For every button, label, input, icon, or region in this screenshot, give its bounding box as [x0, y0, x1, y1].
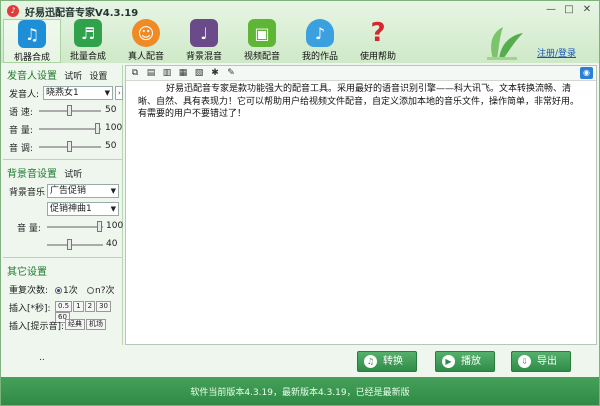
volume-value: 100: [105, 123, 123, 133]
hint-row: 插入[提示音]: 经典 机场: [3, 316, 122, 334]
chevron-down-icon: ▼: [104, 89, 110, 97]
music-icon: ♫: [364, 354, 377, 368]
editor-toolbar: ⧉ ▤ ▥ ▦ ▧ ✱ ✎ ◉: [126, 66, 596, 81]
volume-row: 音 量: 100: [9, 123, 123, 136]
paste-icon[interactable]: ▤: [146, 68, 156, 78]
bgm-track-row: 促销神曲1 ▼: [3, 200, 122, 218]
bgm-section-title: 背景音设置 试听: [7, 169, 83, 180]
version-status: 软件当前版本4.3.19，最新版本4.3.19，已经是最新版: [190, 388, 410, 398]
cut-icon[interactable]: ▥: [162, 68, 172, 78]
pitch-slider-thumb[interactable]: [67, 141, 72, 152]
close-button[interactable]: ✕: [579, 3, 595, 17]
speaker-try-button[interactable]: 试听: [64, 72, 82, 82]
speed-value: 50: [105, 105, 117, 115]
speaker-settings-button[interactable]: 设置: [89, 72, 107, 82]
music-note-icon: ♫: [18, 20, 46, 48]
window-title: 好易迅配音专家V4.3.19: [25, 8, 139, 19]
settings-panel: 发音人设置 试听 设置 发音人: 晓燕女1 ▼ › 语 速: 50 音 量: 10…: [3, 65, 123, 345]
tool-my-works[interactable]: ♪ 我的作品: [291, 19, 349, 63]
status-bar: 软件当前版本4.3.19，最新版本4.3.19，已经是最新版: [1, 377, 599, 405]
tool-help[interactable]: ? 使用帮助: [349, 18, 407, 63]
insert-2s-button[interactable]: 2: [84, 301, 96, 312]
note-drop-icon: ♪: [306, 19, 334, 47]
hint-classic-button[interactable]: 经典: [65, 319, 85, 330]
repeat-n-radio[interactable]: n?次: [87, 283, 114, 296]
insert-30s-button[interactable]: 30: [96, 301, 111, 312]
bgm-volume-value: 100: [106, 221, 124, 231]
tool-batch-synthesis[interactable]: ♬ 批量合成: [59, 19, 117, 63]
divider: [3, 257, 122, 258]
tool-machine-synthesis[interactable]: ♫ 机器合成: [3, 19, 61, 63]
sparkle-icon[interactable]: ✱: [210, 68, 220, 78]
bgm-volume-slider[interactable]: [47, 221, 103, 232]
tool-human-dubbing[interactable]: ☺ 真人配音: [117, 19, 175, 63]
bgm-category-row: 背景音乐 广告促销 ▼: [3, 182, 122, 200]
speaker-section-title: 发音人设置 试听 设置: [7, 71, 108, 82]
hint-options: 经典 机场: [65, 319, 107, 330]
bgm-balance-value: 40: [106, 239, 118, 249]
register-login-link[interactable]: 注册/登录: [537, 46, 576, 59]
bgm-track-select[interactable]: 促销神曲1 ▼: [47, 202, 119, 216]
speaker-row: 发音人: 晓燕女1 ▼ ›: [3, 84, 123, 102]
bgm-balance-slider-thumb[interactable]: [67, 239, 72, 250]
repeat-once-radio[interactable]: 1次: [55, 283, 78, 296]
chevron-down-icon: ▼: [110, 205, 116, 213]
pitch-slider[interactable]: [39, 141, 101, 152]
header: ♪ 好易迅配音专家V4.3.19 — □ ✕ ♫ 机器合成 ♬ 批量合成 ☺ 真…: [1, 1, 599, 63]
app-logo-icon: ♪: [7, 5, 19, 17]
export-button[interactable]: ⇩ 导出: [511, 351, 571, 372]
volume-slider[interactable]: [39, 123, 101, 134]
film-icon: ▣: [248, 19, 276, 47]
other-section-title: 其它设置: [7, 267, 47, 278]
speaker-select[interactable]: 晓燕女1 ▼: [43, 86, 113, 100]
hint-airport-button[interactable]: 机场: [86, 319, 106, 330]
pitch-row: 音 调: 50: [9, 141, 117, 154]
batch-icon: ♬: [74, 19, 102, 47]
volume-slider-thumb[interactable]: [95, 123, 100, 134]
bgm-category-select[interactable]: 广告促销 ▼: [47, 184, 119, 198]
insert-0.5s-button[interactable]: 0.5: [55, 301, 73, 312]
insert-1s-button[interactable]: 1: [73, 301, 84, 312]
tool-video-dubbing[interactable]: ▣ 视频配音: [233, 19, 291, 63]
tool-bg-mix[interactable]: ♩ 背景混音: [175, 19, 233, 63]
bgm-balance-row: 40: [3, 236, 122, 254]
document-icon[interactable]: ▦: [178, 68, 188, 78]
speaker-next-button[interactable]: ›: [115, 86, 123, 100]
chevron-down-icon: ▼: [110, 187, 116, 195]
question-icon: ?: [370, 18, 386, 48]
minimize-button[interactable]: —: [543, 3, 559, 17]
editor-content[interactable]: 好易迅配音专家是款功能强大的配音工具。采用最好的语音识别引擎——科大讯飞。文本转…: [126, 81, 596, 121]
copy-icon[interactable]: ⧉: [130, 68, 140, 78]
page-icon[interactable]: ▧: [194, 68, 204, 78]
speed-row: 语 速: 50: [9, 105, 117, 118]
insert-row: 插入[*秒]: 0.5 1 2 3060: [3, 298, 122, 323]
play-button[interactable]: ▶ 播放: [435, 351, 495, 372]
bgm-try-button[interactable]: 试听: [64, 170, 82, 180]
maximize-button[interactable]: □: [561, 3, 577, 17]
person-icon: ☺: [132, 19, 160, 47]
bgm-volume-slider-thumb[interactable]: [97, 221, 102, 232]
text-editor[interactable]: ⧉ ▤ ▥ ▦ ▧ ✱ ✎ ◉ 好易迅配音专家是款功能强大的配音工具。采用最好的…: [125, 65, 597, 345]
plant-decoration-icon: [487, 27, 523, 60]
ellipsis-text: ..: [39, 353, 45, 363]
bgm-balance-slider[interactable]: [47, 239, 103, 250]
play-icon: ▶: [442, 354, 455, 368]
speed-slider[interactable]: [39, 105, 101, 116]
convert-button[interactable]: ♫ 转换: [357, 351, 417, 372]
repeat-row: 重复次数: 1次 n?次: [3, 280, 122, 298]
speed-slider-thumb[interactable]: [67, 105, 72, 116]
pitch-value: 50: [105, 141, 117, 151]
camera-icon[interactable]: ◉: [580, 67, 593, 79]
bgm-volume-row: 音 量: 100: [17, 221, 124, 234]
divider: [3, 159, 122, 160]
piano-icon: ♩: [190, 19, 218, 47]
app-window: ♪ 好易迅配音专家V4.3.19 — □ ✕ ♫ 机器合成 ♬ 批量合成 ☺ 真…: [0, 0, 600, 406]
export-icon: ⇩: [518, 354, 531, 368]
action-bar: .. ♫ 转换 ▶ 播放 ⇩ 导出: [1, 347, 599, 373]
brush-icon[interactable]: ✎: [226, 68, 236, 78]
